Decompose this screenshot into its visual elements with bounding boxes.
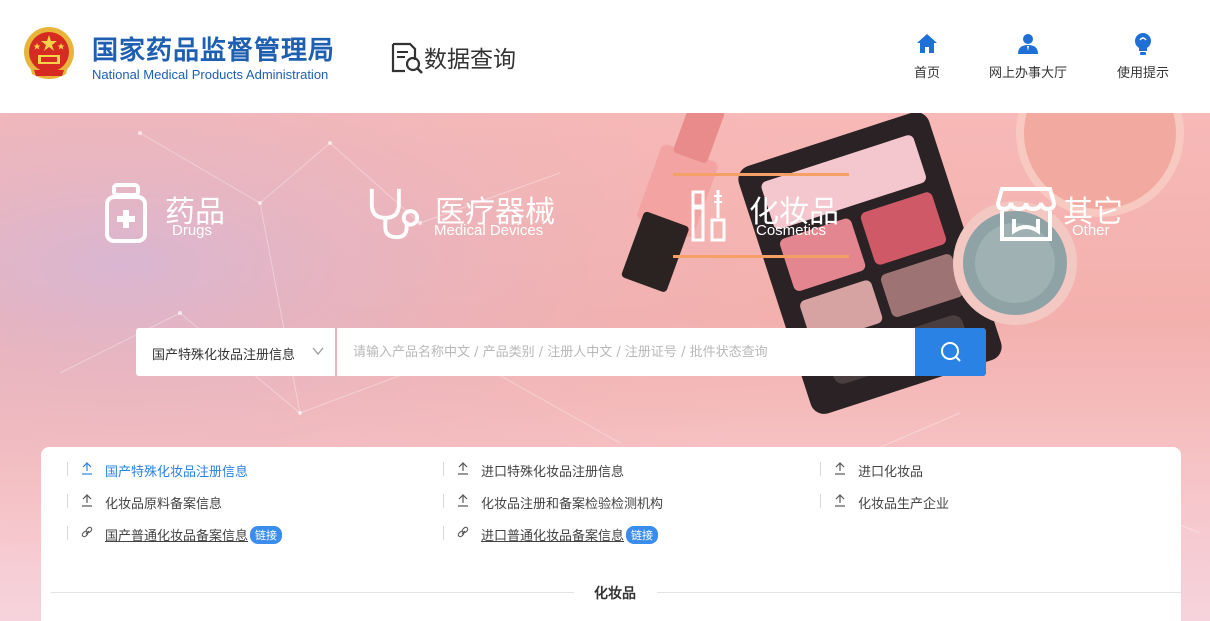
upload-icon [82,494,92,507]
link-label-with-badge: 国产普通化妆品备案信息 链接 [105,525,283,544]
search-input[interactable] [337,328,915,376]
upload-icon [458,462,468,475]
brand-title-cn[interactable]: 国家药品监督管理局 [92,30,335,67]
nav-usage-tips-label: 使用提示 [1116,66,1169,81]
lightbulb-icon [1135,33,1151,55]
link-label: 进口特殊化妆品注册信息 [481,465,625,480]
stethoscope-icon [369,188,420,240]
search-button[interactable] [915,328,986,376]
search-icon [941,342,961,362]
search-type-selected-label: 国产特殊化妆品注册信息 [152,348,296,363]
divider [67,494,68,508]
link-label: 化妆品原料备案信息 [105,497,223,512]
external-link-badge: 链接 [250,526,283,544]
quick-links-panel: 国产特殊化妆品注册信息 进口特殊化妆品注册信息 进口化妆品 化妆品原料备案信息 … [41,447,1181,621]
upload-icon [82,462,92,475]
link-label: 进口普通化妆品备案信息 [481,529,625,544]
section-divider-left [51,592,574,593]
brand-title-en[interactable]: National Medical Products Administration [92,67,328,82]
hero-banner: 药品 Drugs 医疗器械 Medical Devices 化妆品 Cosmet… [0,113,1210,621]
upload-icon [835,462,845,475]
category-drugs-en: Drugs [172,222,213,239]
divider [67,462,68,476]
nav-home[interactable]: 首页 [906,32,948,81]
divider [67,526,68,540]
divider [820,462,821,476]
section-divider-right [657,592,1181,593]
data-query-title: 数据查询 [424,47,516,73]
link-label: 国产特殊化妆品注册信息 [105,465,249,480]
medicine-bottle-icon [105,183,147,243]
store-icon [996,187,1056,241]
nav-online-service-hall[interactable]: 网上办事大厅 [980,32,1076,81]
external-link-badge: 链接 [626,526,659,544]
nav-home-label: 首页 [913,66,940,81]
search-type-select[interactable]: 国产特殊化妆品注册信息 [136,328,335,376]
upload-icon [458,494,468,507]
category-other[interactable]: 其它 Other [996,183,1136,263]
link-label-with-badge: 进口普通化妆品备案信息 链接 [481,525,659,544]
link-icon [457,526,469,538]
divider [443,462,444,476]
link-icon [81,526,93,538]
category-drugs[interactable]: 药品 Drugs [100,183,240,263]
home-icon [917,34,937,53]
divider [443,494,444,508]
divider [820,494,821,508]
category-other-en: Other [1072,222,1110,239]
section-title: 化妆品 [594,586,636,602]
chevron-down-icon [312,347,324,356]
link-label: 化妆品注册和备案检验检测机构 [481,497,664,512]
site-header: 国家药品监督管理局 National Medical Products Admi… [0,0,1210,113]
category-medical-devices-en: Medical Devices [434,222,544,239]
user-icon [1018,34,1038,54]
link-label: 进口化妆品 [858,465,924,480]
link-label: 国产普通化妆品备案信息 [105,529,249,544]
cosmetics-icon [691,190,726,242]
category-medical-devices[interactable]: 医疗器械 Medical Devices [365,183,565,263]
nav-usage-tips[interactable]: 使用提示 [1108,32,1178,81]
category-cosmetics[interactable]: 化妆品 Cosmetics [690,183,850,263]
link-label: 化妆品生产企业 [858,497,950,512]
national-emblem-logo[interactable] [22,26,76,82]
upload-icon [835,494,845,507]
category-cosmetics-en: Cosmetics [756,222,827,239]
divider [443,526,444,540]
nav-online-service-hall-label: 网上办事大厅 [988,66,1067,81]
data-query-icon [391,42,423,74]
category-active-indicator-top [673,173,849,176]
page-root: 国家药品监督管理局 National Medical Products Admi… [0,0,1210,621]
